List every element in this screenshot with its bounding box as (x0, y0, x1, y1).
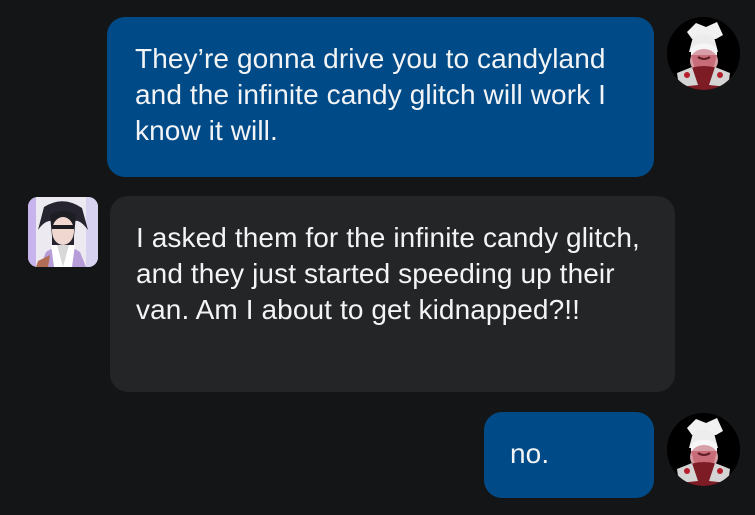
avatar-image (667, 17, 740, 90)
sent-message-bubble[interactable]: no. (484, 412, 654, 498)
sent-message-bubble[interactable]: They’re gonna drive you to candyland and… (107, 17, 654, 177)
message-text: I asked them for the infinite candy glit… (136, 222, 640, 325)
dark-haired-character-avatar-icon[interactable] (28, 197, 98, 267)
white-haired-character-avatar-icon[interactable] (667, 17, 740, 90)
message-text: no. (510, 438, 550, 469)
chat-screen: They’re gonna drive you to candyland and… (0, 0, 755, 515)
avatar-image (667, 413, 740, 486)
white-haired-character-avatar-icon[interactable] (667, 413, 740, 486)
avatar-image (28, 197, 98, 267)
received-message-bubble[interactable]: I asked them for the infinite candy glit… (110, 196, 675, 392)
message-text: They’re gonna drive you to candyland and… (135, 43, 606, 146)
